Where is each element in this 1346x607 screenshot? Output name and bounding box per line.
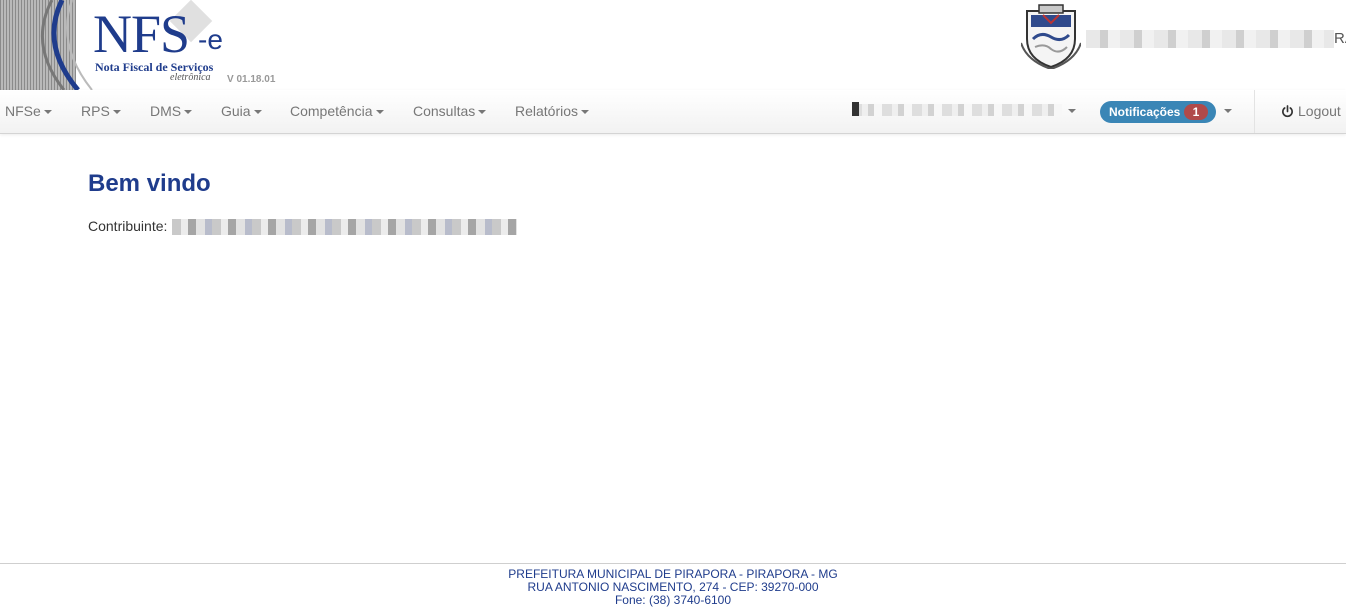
- contribuinte-label: Contribuinte:: [88, 218, 168, 234]
- nav-competencia[interactable]: Competência: [290, 90, 384, 133]
- nav-rps[interactable]: RPS: [81, 90, 121, 133]
- caret-down-icon: [253, 110, 262, 115]
- notifications-count-badge: 1: [1184, 104, 1208, 120]
- notifications-label: Notificações: [1109, 105, 1181, 119]
- logo-title: NFS: [93, 4, 190, 64]
- footer-line-3: Fone: (38) 3740-6100: [614, 593, 732, 607]
- contribuinte-value-blurred: [172, 219, 517, 235]
- nav-consultas[interactable]: Consultas: [413, 90, 487, 133]
- page-title: Bem vindo: [88, 170, 211, 197]
- nav-consultas-label: Consultas: [413, 103, 476, 119]
- nav-guia-label: Guia: [221, 103, 251, 119]
- power-icon: [1282, 105, 1293, 118]
- user-menu[interactable]: [852, 104, 1062, 116]
- version-label: V 01.18.01: [227, 74, 276, 85]
- nav-relatorios-label: Relatórios: [515, 103, 579, 119]
- nav-nfse-label: NFSe: [5, 103, 41, 119]
- caret-down-icon: [43, 110, 52, 115]
- caret-down-icon: [112, 110, 121, 115]
- header-blurred-text: [1086, 30, 1334, 48]
- logout-button[interactable]: Logout: [1281, 90, 1341, 133]
- logout-label: Logout: [1298, 103, 1341, 119]
- app-header: NFS -e Nota Fiscal de Serviços eletrônic…: [0, 0, 1346, 90]
- nav-competencia-label: Competência: [290, 103, 373, 119]
- caret-down-icon[interactable]: [1068, 109, 1076, 113]
- nav-dms[interactable]: DMS: [150, 90, 193, 133]
- nav-nfse[interactable]: NFSe: [5, 90, 52, 133]
- nav-rps-label: RPS: [81, 103, 110, 119]
- caret-down-icon[interactable]: [1224, 109, 1232, 113]
- nav-dms-label: DMS: [150, 103, 182, 119]
- caret-down-icon: [375, 110, 384, 115]
- logo-tagline: eletrônica: [170, 72, 211, 83]
- coat-of-arms-icon: [1021, 4, 1081, 69]
- footer-divider: [0, 563, 1346, 564]
- nav-divider: [1254, 90, 1255, 133]
- header-right-text: RA: [1334, 30, 1346, 47]
- caret-down-icon: [184, 110, 193, 115]
- footer: PREFEITURA MUNICIPAL DE PIRAPORA - PIRAP…: [0, 568, 1346, 607]
- caret-down-icon: [581, 110, 590, 115]
- nav-relatorios[interactable]: Relatórios: [515, 90, 590, 133]
- nav-guia[interactable]: Guia: [221, 90, 262, 133]
- notifications-button[interactable]: Notificações 1: [1100, 101, 1216, 123]
- user-menu-mark: [852, 102, 859, 116]
- logo-suffix: -e: [198, 24, 223, 55]
- caret-down-icon: [478, 110, 487, 115]
